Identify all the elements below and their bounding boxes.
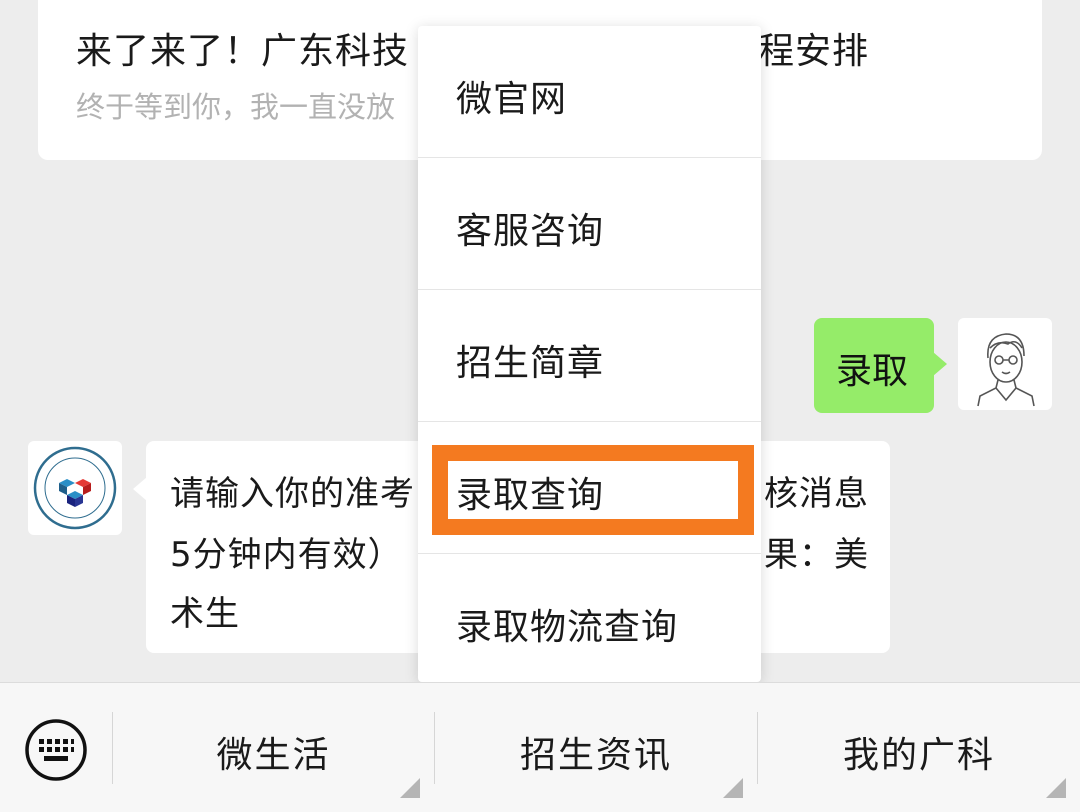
menu-item-label: 微官网: [456, 79, 568, 120]
menu-item-customer-service[interactable]: 客服咨询: [418, 158, 761, 290]
tab-my-gdst[interactable]: 我的广科: [758, 682, 1080, 812]
submenu-indicator-icon: [400, 778, 420, 798]
school-logo-icon: [33, 446, 117, 530]
tab-micro-life[interactable]: 微生活: [113, 682, 434, 812]
tab-label: 微生活: [216, 735, 331, 776]
tab-admission-info[interactable]: 招生资讯: [435, 682, 757, 812]
menu-item-label: 客服咨询: [456, 211, 605, 252]
bot-message-line-1-right: 核消息: [764, 474, 869, 514]
tab-label: 招生资讯: [519, 735, 672, 776]
article-subtitle: 终于等到你，我一直没放: [76, 90, 396, 124]
user-avatar-sketch-icon: [977, 333, 1035, 407]
submenu-indicator-icon: [723, 778, 743, 798]
tab-label: 我的广科: [842, 735, 995, 776]
bot-message-line-2-left: 5分钟内有效）: [170, 535, 403, 575]
menu-item-micro-site[interactable]: 微官网: [418, 26, 761, 158]
user-avatar[interactable]: [958, 318, 1052, 410]
menu-item-label: 录取物流查询: [456, 607, 679, 648]
keyboard-icon: [25, 719, 87, 781]
bot-message-line-1-left: 请输入你的准考: [170, 474, 415, 514]
bot-avatar[interactable]: [28, 441, 122, 535]
submenu-indicator-icon: [1046, 778, 1066, 798]
bot-message-line-2-right: 果：美: [764, 535, 869, 575]
menu-item-admission-logistics[interactable]: 录取物流查询: [418, 554, 761, 682]
article-title-tail[interactable]: 程安排: [758, 22, 869, 74]
popup-menu: 微官网 客服咨询 招生简章 录取查询 录取物流查询: [418, 26, 761, 682]
menu-item-label: 招生简章: [456, 343, 605, 384]
menu-item-admission-brochure[interactable]: 招生简章: [418, 290, 761, 422]
bot-message-line-3-left: 术生: [170, 594, 240, 634]
user-message-text: 录取: [836, 351, 909, 392]
keyboard-toggle-button[interactable]: [24, 718, 88, 782]
highlight-annotation-box: [432, 445, 754, 535]
article-title[interactable]: 来了来了！广东科技: [76, 22, 409, 74]
